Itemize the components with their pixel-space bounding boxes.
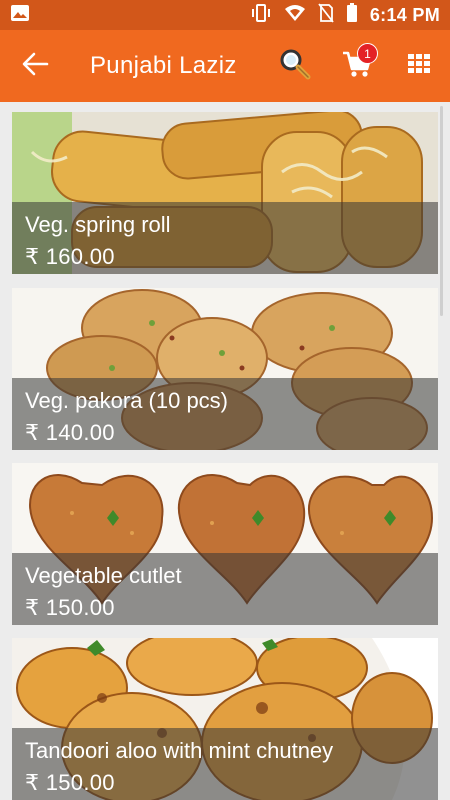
item-price: ₹ 150.00 — [25, 770, 115, 795]
status-time: 6:14 PM — [369, 4, 440, 25]
app-bar: Punjabi Laziz 1 — [0, 30, 450, 102]
item-name: Tandoori aloo with mint chutney — [25, 738, 334, 763]
list-item[interactable]: Veg. pakora (10 pcs) ₹ 140.00 — [12, 288, 438, 450]
back-button[interactable] — [0, 30, 70, 102]
item-name: Vegetable cutlet — [25, 563, 182, 588]
cart-button[interactable]: 1 — [326, 30, 388, 102]
page-title: Punjabi Laziz — [90, 52, 237, 79]
item-info: Veg. pakora (10 pcs) ₹ 140.00 — [12, 378, 438, 450]
list-item[interactable]: Tandoori aloo with mint chutney ₹ 150.00 — [12, 638, 438, 800]
battery-icon — [346, 2, 358, 28]
wifi-icon — [284, 4, 306, 27]
status-bar: 6:14 PM — [0, 0, 450, 30]
back-arrow-icon — [21, 52, 49, 81]
grid-view-button[interactable] — [388, 30, 450, 102]
grid-view-icon — [408, 53, 430, 79]
item-price: ₹ 150.00 — [25, 595, 115, 620]
image-icon — [10, 4, 30, 27]
item-info: Vegetable cutlet ₹ 150.00 — [12, 553, 438, 625]
item-price: ₹ 160.00 — [25, 244, 115, 269]
item-name: Veg. pakora (10 pcs) — [25, 388, 229, 413]
search-icon — [278, 47, 312, 86]
search-button[interactable] — [264, 30, 326, 102]
scrollbar[interactable] — [440, 106, 443, 316]
item-price: ₹ 140.00 — [25, 420, 115, 445]
list-item[interactable]: Vegetable cutlet ₹ 150.00 — [12, 463, 438, 625]
vibrate-icon — [250, 3, 272, 28]
cart-count-badge: 1 — [357, 43, 378, 64]
item-info: Tandoori aloo with mint chutney ₹ 150.00 — [12, 728, 438, 800]
menu-item-list[interactable]: Veg. spring roll ₹ 160.00 Veg. pakora (1… — [0, 102, 450, 800]
no-sim-icon — [318, 2, 334, 28]
item-info: Veg. spring roll ₹ 160.00 — [12, 202, 438, 274]
list-item[interactable]: Veg. spring roll ₹ 160.00 — [12, 112, 438, 274]
item-name: Veg. spring roll — [25, 212, 171, 237]
